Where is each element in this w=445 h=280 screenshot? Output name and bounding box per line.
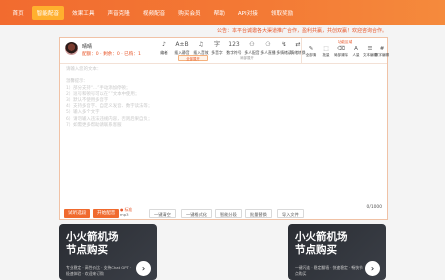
ad-title-line1: 小火箭机场: [66, 231, 119, 243]
rtool-label: 数字编辑: [375, 53, 389, 57]
nav-voice-clone[interactable]: 声音克隆: [103, 6, 134, 20]
batch-icon: ⬚: [323, 46, 329, 52]
text-editor[interactable]: 请输入您的文本： 温馨提示： 1）部分支持“...”手动添加停顿； 2）逗号和顿…: [60, 64, 387, 194]
nav-video-dubbing[interactable]: 视频配音: [138, 6, 169, 20]
ad-title-line1: 小火箭机场: [295, 231, 348, 243]
voice-format: mp3: [120, 212, 129, 217]
try-listen-button[interactable]: 试听选段: [64, 209, 91, 218]
ad-title-line2: 节点购买: [295, 244, 337, 256]
ad-description: 专业稳定 · 高性价比 · 支持Chat GPT · 极速体验 · 欢迎来订购: [66, 265, 132, 276]
hash-icon: #: [379, 46, 385, 52]
avatar[interactable]: [65, 42, 78, 55]
placeholder-line: 7）如需更多帮助请联系客服: [66, 122, 122, 128]
rtool-label: 全部清: [305, 53, 317, 57]
nav-smart-dubbing[interactable]: 智能配音: [32, 5, 64, 20]
top-nav: 首页 智能配音 效果工具 声音克隆 视频配音 购买会员 帮助 API对接 领取奖…: [0, 0, 445, 25]
pencil-icon: ✎: [308, 46, 314, 52]
nav-help[interactable]: 帮助: [209, 6, 229, 20]
ad-banner-left[interactable]: 小火箭机场 节点购买 专业稳定 · 高性价比 · 支持Chat GPT · 极速…: [59, 224, 157, 280]
rtool-clear-all[interactable]: ✎ 全部清: [303, 46, 319, 58]
start-dubbing-button[interactable]: 开始配音: [93, 209, 120, 218]
nav-api[interactable]: API对接: [233, 6, 262, 20]
arrow-right-icon[interactable]: ›: [365, 261, 380, 276]
user-quota: 配额：0 · 剩余：0 · 已购：1: [82, 52, 141, 57]
ad-title: 小火箭机场 节点购买: [295, 231, 348, 257]
smart-split-button[interactable]: 智能分段: [215, 209, 242, 218]
user-name: 晴晴: [82, 44, 93, 50]
eraser-icon: ⌫: [337, 46, 345, 52]
batch-replace-button[interactable]: 批量替换: [245, 209, 272, 218]
char-counter: 0/1000: [366, 205, 382, 210]
nav-home[interactable]: 首页: [8, 6, 28, 20]
rtool-number-edit[interactable]: # 数字编辑: [374, 46, 390, 58]
voice-selector[interactable]: ● 标准 mp3: [120, 207, 132, 217]
nav-buy-vip[interactable]: 购买会员: [174, 6, 205, 20]
ad-title: 小火箭机场 节点购买: [66, 231, 119, 257]
nav-rewards[interactable]: 领取奖励: [266, 6, 297, 20]
arrow-right-icon[interactable]: ›: [136, 261, 151, 276]
import-file-button[interactable]: 导入文件: [277, 209, 304, 218]
tab-expand-partial[interactable]: 局部展开: [232, 55, 262, 61]
announcement: 公告：本平台诚邀各大渠道推广合作，盈利共赢，共创双赢！欢迎咨询合作。: [216, 28, 387, 34]
function-area: 功能区域 ✎ 全部清 ⬚ 批量 ⌫ 局部清除 A 人量 ☰ 文本编辑 # 数字编…: [301, 38, 390, 64]
rtool-partial-clear[interactable]: ⌫ 局部清除: [333, 46, 349, 58]
clear-all-button[interactable]: 一键清空: [149, 209, 176, 218]
function-area-title: 功能区域: [337, 40, 353, 44]
rtool-batch[interactable]: ⬚ 批量: [318, 46, 334, 58]
tab-expand-all[interactable]: 全部展开: [178, 55, 208, 61]
rtool-label: 批量: [322, 53, 330, 57]
ad-banner-right[interactable]: 小火箭机场 节点购买 一键闪连 · 稳定翻墙 · 快速稳定 · 畅快节点购买 ›: [288, 224, 386, 280]
rtool-label: 局部清除: [334, 53, 348, 57]
action-bar: 试听选段 开始配音 ● 标准 mp3 一键清空 一键格式化 智能分段 批量替换 …: [60, 205, 387, 219]
dubbing-panel: 晴晴 配额：0 · 剩余：0 · 已购：1 ♪ 编者 A±B 插入静音 ♫ 插入…: [59, 37, 390, 220]
ad-title-line2: 节点购买: [66, 244, 108, 256]
format-button[interactable]: 一键格式化: [181, 209, 212, 218]
ad-description: 一键闪连 · 稳定翻墙 · 快速稳定 · 畅快节点购买: [295, 265, 363, 276]
nav-effect-tools[interactable]: 效果工具: [68, 6, 99, 20]
user-toolbar: 晴晴 配额：0 · 剩余：0 · 已购：1 ♪ 编者 A±B 插入静音 ♫ 插入…: [60, 38, 390, 64]
